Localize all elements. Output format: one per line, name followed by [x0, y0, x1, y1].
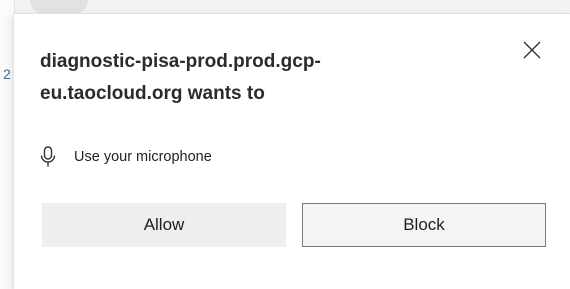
- permission-item-microphone: Use your microphone: [40, 145, 212, 169]
- background-text: 2: [3, 66, 11, 82]
- block-button[interactable]: Block: [302, 203, 546, 247]
- close-icon: [522, 40, 542, 65]
- background-tab[interactable]: [30, 0, 88, 14]
- background-window-edge: [0, 0, 15, 289]
- permission-request-title: diagnostic-pisa-prod.prod.gcp- eu.taoclo…: [40, 46, 420, 110]
- site-title-line-2: eu.taocloud.org wants to: [40, 83, 265, 104]
- allow-button[interactable]: Allow: [42, 203, 286, 247]
- close-button[interactable]: [516, 36, 548, 68]
- site-title-line-1: diagnostic-pisa-prod.prod.gcp-: [40, 51, 321, 72]
- permission-label: Use your microphone: [74, 149, 212, 165]
- permission-popup: diagnostic-pisa-prod.prod.gcp- eu.taoclo…: [14, 14, 570, 289]
- microphone-icon: [40, 146, 56, 168]
